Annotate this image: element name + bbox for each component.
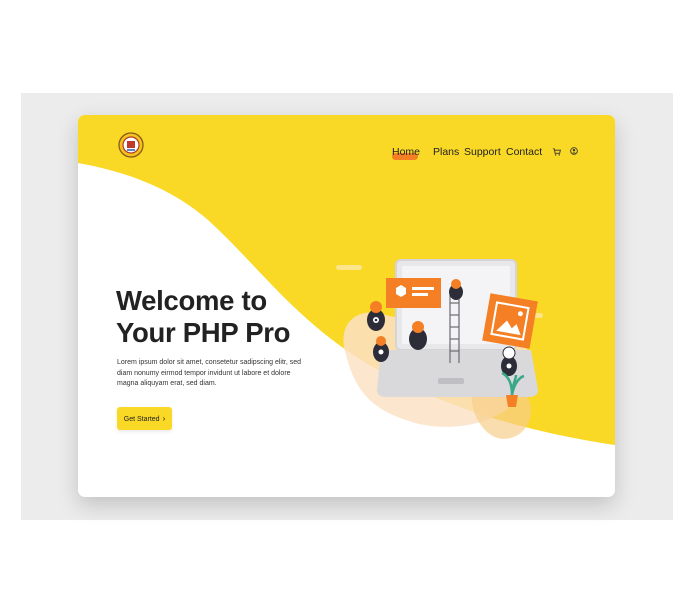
image-card (482, 293, 538, 349)
nav-item-home[interactable]: Home (392, 146, 421, 160)
builder-character-2 (367, 301, 385, 331)
nav-item-contact[interactable]: Contact (506, 146, 542, 158)
nav-item-support[interactable]: Support (464, 146, 501, 158)
hero-description: Lorem ipsum dolor sit amet, consetetur s… (117, 359, 302, 387)
user-icon[interactable] (570, 147, 578, 157)
chevron-right-icon: › (162, 414, 166, 423)
brand-logo-icon[interactable] (118, 132, 144, 158)
builder-character-5 (501, 346, 517, 376)
nav-item-plans[interactable]: Plans (433, 146, 459, 158)
get-started-button[interactable]: Get Started › (117, 407, 172, 430)
nav-label-home: Home (392, 146, 421, 158)
cloud-3 (336, 265, 362, 270)
get-started-label: Get Started (123, 416, 160, 423)
hero-title-line1: Welcome to (116, 285, 267, 316)
landing-page-card: Home Plans Support Contact Welcome to Yo… (78, 115, 615, 497)
hero-title: Welcome to Your PHP Pro (116, 285, 290, 349)
hero-title-line2: Your PHP Pro (116, 317, 291, 348)
website-builders-illustration (336, 259, 543, 439)
cart-icon[interactable] (552, 147, 561, 158)
